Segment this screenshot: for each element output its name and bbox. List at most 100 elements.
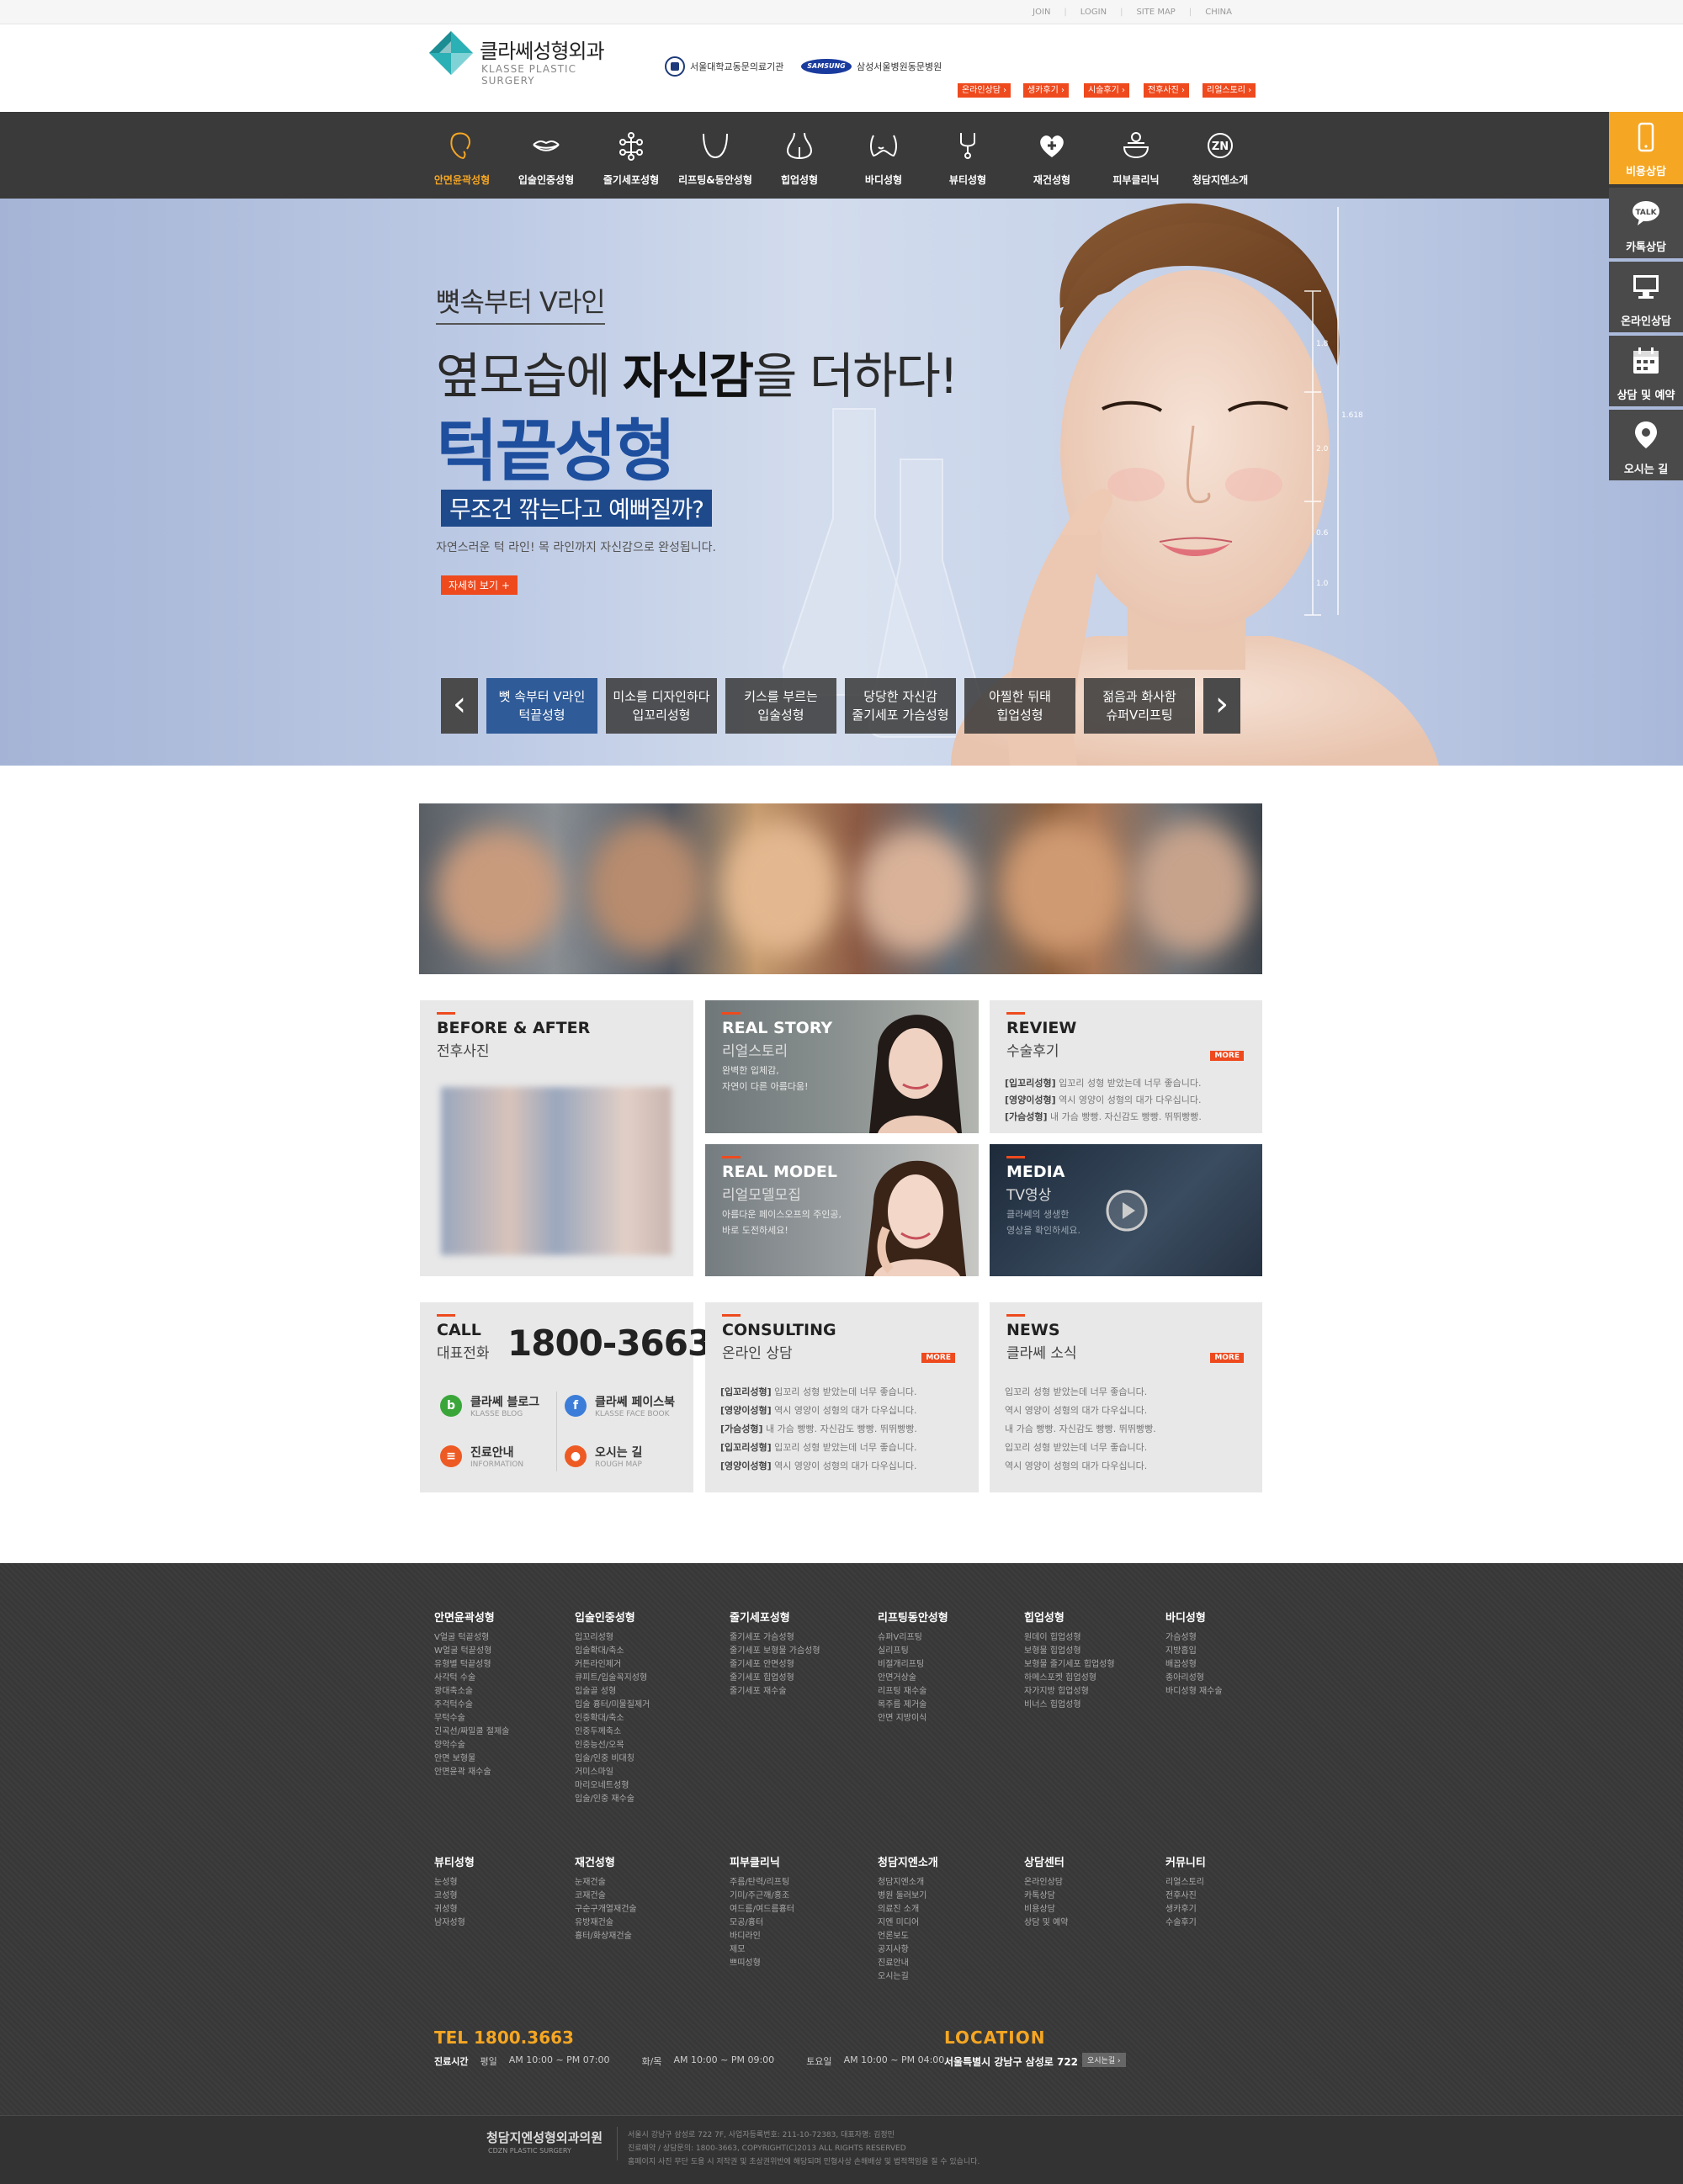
before-after-box[interactable]: BEFORE & AFTER 전후사진	[420, 1000, 693, 1276]
slider-thumb[interactable]: 미소를 디자인하다 입꼬리성형	[606, 678, 717, 734]
footer-column-heading[interactable]: 안면윤곽성형	[434, 1609, 569, 1625]
footer-link[interactable]: 기미/주근깨/홍조	[730, 1890, 864, 1903]
footer-link[interactable]: 지엔 미디어	[878, 1916, 1012, 1930]
review-row[interactable]: [가슴성형] 내 가슴 빵빵. 자신감도 빵빵. 뛰뛰빵빵.	[1005, 1110, 1202, 1123]
footer-link[interactable]: 공지사항	[878, 1943, 1012, 1957]
footer-link[interactable]: 의료진 소개	[878, 1903, 1012, 1916]
footer-link[interactable]: 생카후기	[1165, 1903, 1300, 1916]
news-box[interactable]: NEWS 클라쎄 소식 MORE 입꼬리 성형 받았는데 너무 좋습니다. 역시…	[990, 1302, 1262, 1492]
quick-kakao-talk[interactable]: TALK 카톡상담	[1609, 188, 1683, 258]
quick-directions[interactable]: 오시는 길	[1609, 410, 1683, 480]
footer-link[interactable]: 거미스마일	[575, 1766, 709, 1779]
footer-column-heading[interactable]: 재건성형	[575, 1853, 709, 1869]
consulting-box[interactable]: CONSULTING 온라인 상담 MORE [입꼬리성형] 입꼬리 성형 받았…	[705, 1302, 979, 1492]
footer-link[interactable]: 하메스포켓 힙업성형	[1024, 1672, 1159, 1685]
footer-link[interactable]: 남자성형	[434, 1916, 569, 1930]
media-box[interactable]: MEDIA TV영상 클라쎄의 생생한 영상을 확인하세요.	[990, 1144, 1262, 1276]
quick-cost-consult[interactable]: 비용상담	[1609, 112, 1683, 184]
footer-link[interactable]: 광대축소술	[434, 1685, 569, 1699]
footer-link[interactable]: 줄기세포 보형물 가슴성형	[730, 1645, 864, 1658]
footer-link[interactable]: 슈퍼V리프팅	[878, 1631, 1012, 1645]
quick-reservation[interactable]: 상담 및 예약	[1609, 336, 1683, 406]
directions-button[interactable]: 오시는길 ›	[1082, 2053, 1126, 2067]
footer-link[interactable]: 청담지엔소개	[878, 1876, 1012, 1890]
nav-zn-intro[interactable]: ZN 청담지엔소개	[1178, 112, 1262, 199]
slider-thumb[interactable]: 젊음과 화사함 슈퍼V리프팅	[1084, 678, 1195, 734]
review-box[interactable]: REVIEW 수술후기 MORE [입꼬리성형] 입꼬리 성형 받았는데 너무 …	[990, 1000, 1262, 1133]
quick-online-consult[interactable]: 온라인상담	[1609, 262, 1683, 332]
footer-link[interactable]: 주걱턱수술	[434, 1699, 569, 1712]
footer-link[interactable]: 여드름/여드름흉터	[730, 1903, 864, 1916]
footer-link[interactable]: 입술/인중 비대칭	[575, 1752, 709, 1766]
footer-link[interactable]: 쁘띠성형	[730, 1957, 864, 1970]
footer-link[interactable]: 인중확대/축소	[575, 1712, 709, 1725]
blog-link[interactable]: b 클라쎄 블로그 KLASSE BLOG	[440, 1392, 549, 1425]
footer-column-heading[interactable]: 힙업성형	[1024, 1609, 1159, 1625]
real-story-button[interactable]: 리얼스토리 ›	[1203, 83, 1256, 98]
footer-link[interactable]: 병원 둘러보기	[878, 1890, 1012, 1903]
slider-thumb[interactable]: 당당한 자신감 줄기세포 가슴성형	[845, 678, 956, 734]
footer-link[interactable]: 안면 지방이식	[878, 1712, 1012, 1725]
footer-link[interactable]: 배꼽성형	[1165, 1658, 1300, 1672]
footer-link[interactable]: 눈재건술	[575, 1876, 709, 1890]
surgery-review-button[interactable]: 시술후기 ›	[1084, 83, 1129, 98]
consult-row[interactable]: [영양이성형] 역시 영양이 성형의 대가 다우십니다.	[720, 1403, 916, 1417]
consult-row[interactable]: [가슴성형] 내 가슴 빵빵. 자신감도 빵빵. 뛰뛰빵빵.	[720, 1422, 917, 1435]
footer-link[interactable]: 카톡상담	[1024, 1890, 1159, 1903]
slider-prev-button[interactable]: ‹	[441, 678, 478, 734]
footer-column-heading[interactable]: 피부클리닉	[730, 1853, 864, 1869]
footer-link[interactable]: 눈성형	[434, 1876, 569, 1890]
more-button[interactable]: MORE	[1210, 1051, 1244, 1061]
more-button[interactable]: MORE	[921, 1353, 955, 1363]
real-model-box[interactable]: REAL MODEL 리얼모델모집 아름다운 페이스오프의 주인공, 바로 도전하…	[705, 1144, 979, 1276]
footer-link[interactable]: 큐피트/입술꼭지성형	[575, 1672, 709, 1685]
footer-link[interactable]: 커튼라인제거	[575, 1658, 709, 1672]
nav-skin-clinic[interactable]: 피부클리닉	[1094, 112, 1178, 199]
footer-link[interactable]: 온라인상담	[1024, 1876, 1159, 1890]
review-button[interactable]: 생카후기 ›	[1023, 83, 1069, 98]
site-logo[interactable]: 클라쎄성형외과 KLASSE PLASTIC SURGERY	[427, 29, 621, 87]
call-phone-number[interactable]: 1800-3663	[507, 1323, 712, 1364]
real-story-box[interactable]: REAL STORY 리얼스토리 완벽한 입체감, 자연이 다른 아름다움!	[705, 1000, 979, 1133]
footer-link[interactable]: 보형물 줄기세포 힙업성형	[1024, 1658, 1159, 1672]
footer-link[interactable]: 귀성형	[434, 1903, 569, 1916]
footer-link[interactable]: 제모	[730, 1943, 864, 1957]
before-after-button[interactable]: 전후사진 ›	[1144, 83, 1189, 98]
footer-link[interactable]: 입술/인중 재수술	[575, 1793, 709, 1806]
nav-lips[interactable]: 입술인중성형	[504, 112, 588, 199]
footer-link[interactable]: 유방재건술	[575, 1916, 709, 1930]
footer-column-heading[interactable]: 리프팅동안성형	[878, 1609, 1012, 1625]
footer-link[interactable]: 가슴성형	[1165, 1631, 1300, 1645]
footer-link[interactable]: 진료안내	[878, 1957, 1012, 1970]
footer-column-heading[interactable]: 뷰티성형	[434, 1853, 569, 1869]
nav-face-contour[interactable]: 안면윤곽성형	[420, 112, 504, 199]
footer-link[interactable]: 리얼스토리	[1165, 1876, 1300, 1890]
footer-link[interactable]: V얼굴 턱끝성형	[434, 1631, 569, 1645]
nav-stem-cell[interactable]: 줄기세포성형	[589, 112, 673, 199]
review-row[interactable]: [영양이성형] 역시 영양이 성형의 대가 다우십니다.	[1005, 1093, 1201, 1106]
footer-link[interactable]: 목주름 제거술	[878, 1699, 1012, 1712]
online-consult-button[interactable]: 온라인상담 ›	[958, 83, 1011, 98]
info-link[interactable]: ≡ 진료안내 INFORMATION	[440, 1442, 549, 1476]
footer-link[interactable]: 바디성형 재수술	[1165, 1685, 1300, 1699]
footer-link[interactable]: 실리프팅	[878, 1645, 1012, 1658]
footer-column-heading[interactable]: 입술인중성형	[575, 1609, 709, 1625]
footer-link[interactable]: 수술후기	[1165, 1916, 1300, 1930]
footer-link[interactable]: 코성형	[434, 1890, 569, 1903]
footer-link[interactable]: 비용상담	[1024, 1903, 1159, 1916]
footer-link[interactable]: 원데이 힙업성형	[1024, 1631, 1159, 1645]
more-button[interactable]: MORE	[1210, 1353, 1244, 1363]
nav-body[interactable]: 바디성형	[842, 112, 926, 199]
footer-link[interactable]: W얼굴 턱끝성형	[434, 1645, 569, 1658]
footer-link[interactable]: 줄기세포 안면성형	[730, 1658, 864, 1672]
footer-link[interactable]: 리프팅 재수술	[878, 1685, 1012, 1699]
login-link[interactable]: LOGIN	[1074, 8, 1113, 17]
footer-column-heading[interactable]: 바디성형	[1165, 1609, 1300, 1625]
footer-link[interactable]: 인중두께축소	[575, 1725, 709, 1739]
footer-link[interactable]: 줄기세포 가슴성형	[730, 1631, 864, 1645]
footer-link[interactable]: 긴곡선/짜밀쿨 절제술	[434, 1725, 569, 1739]
footer-column-heading[interactable]: 청담지엔소개	[878, 1853, 1012, 1869]
nav-hip[interactable]: 힙업성형	[757, 112, 842, 199]
news-row[interactable]: 역시 영양이 성형의 대가 다우십니다.	[1005, 1403, 1147, 1417]
footer-column-heading[interactable]: 상담센터	[1024, 1853, 1159, 1869]
